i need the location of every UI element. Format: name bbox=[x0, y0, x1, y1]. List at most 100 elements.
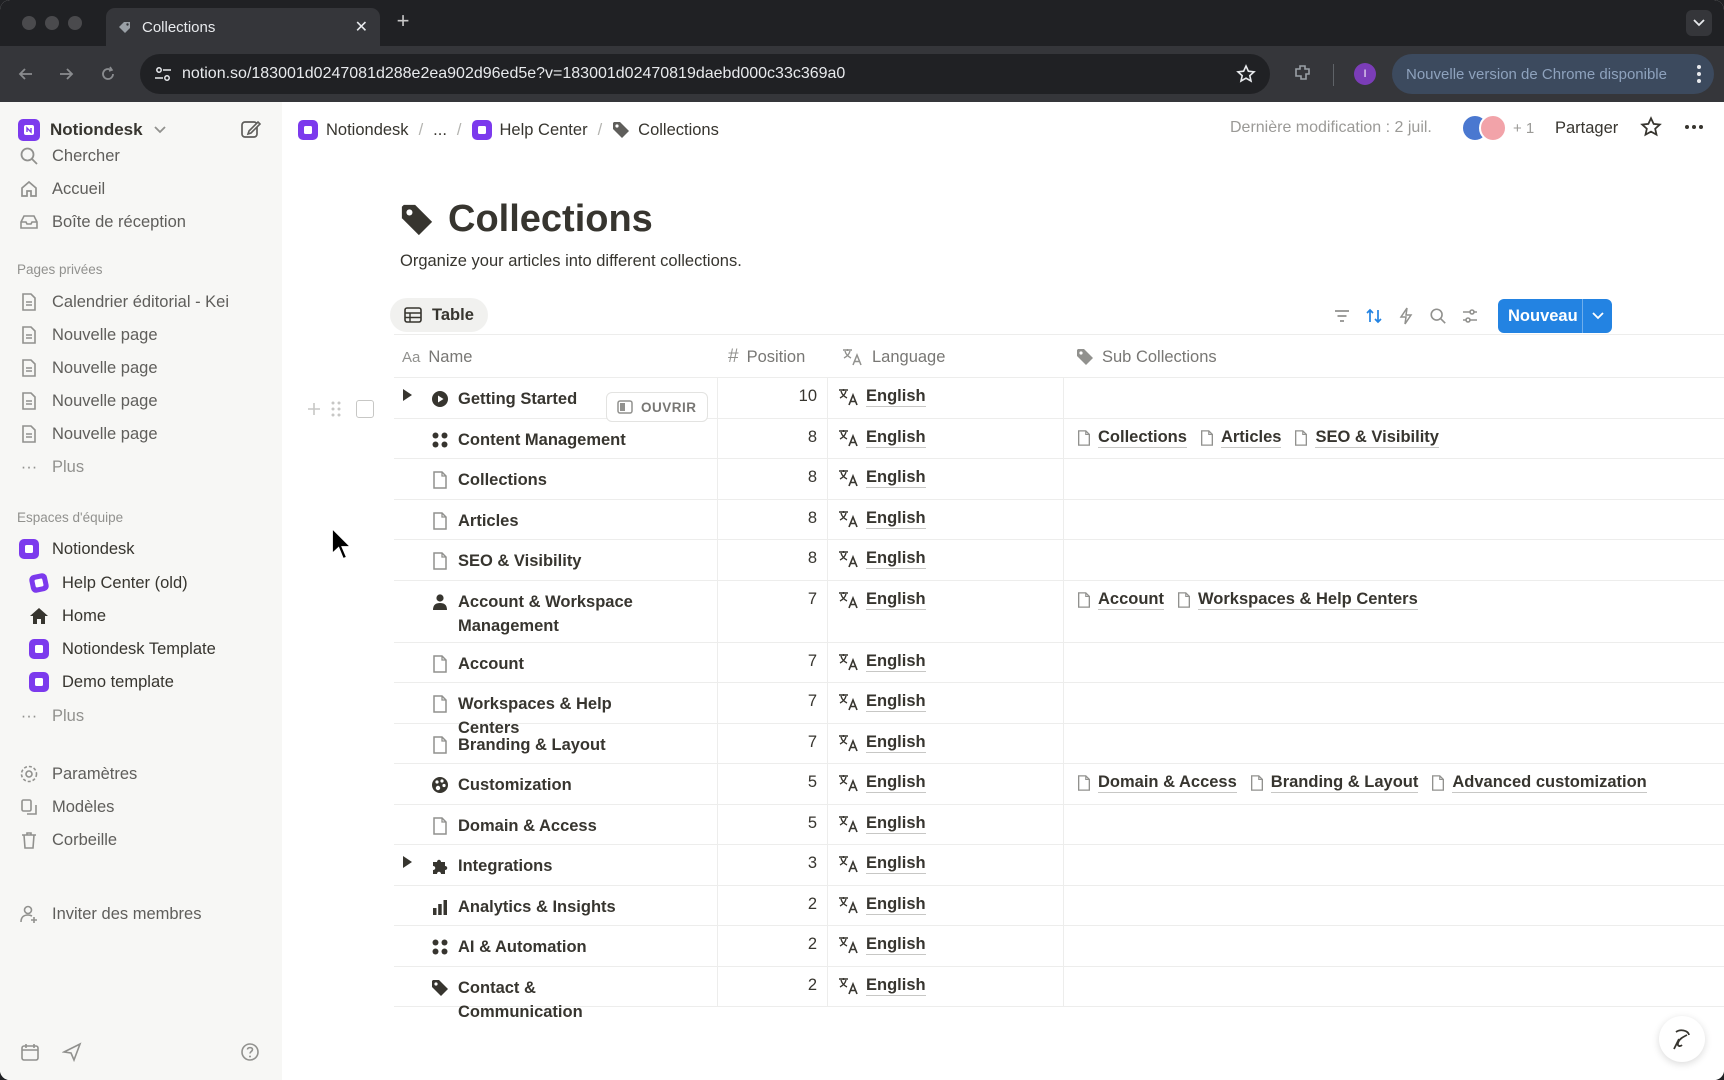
sidebar-team-page[interactable]: Help Center (old) bbox=[28, 567, 188, 599]
new-tab-button[interactable]: + bbox=[392, 10, 414, 32]
position-cell[interactable]: 7 bbox=[718, 723, 828, 763]
tab-search-button[interactable] bbox=[1686, 10, 1712, 36]
row-name[interactable]: Account bbox=[458, 652, 648, 676]
page-title-text[interactable]: Collections bbox=[448, 198, 653, 241]
language-link[interactable]: English bbox=[838, 895, 926, 915]
assistant-button[interactable] bbox=[1659, 1016, 1705, 1062]
row-name[interactable]: SEO & Visibility bbox=[458, 549, 648, 573]
row-name[interactable]: Collections bbox=[458, 468, 648, 492]
row-checkbox[interactable] bbox=[356, 400, 374, 418]
table-row[interactable]: Analytics & Insights 2 English bbox=[394, 885, 1724, 926]
language-link[interactable]: English bbox=[838, 814, 926, 834]
language-cell[interactable]: English bbox=[828, 845, 1064, 885]
table-row[interactable]: Articles 8 English bbox=[394, 499, 1724, 540]
column-header-name[interactable]: Aa Name bbox=[402, 335, 472, 379]
language-cell[interactable]: English bbox=[828, 540, 1064, 580]
breadcrumb-item-ellipsis[interactable]: ... bbox=[433, 121, 447, 140]
view-settings-icon[interactable] bbox=[1461, 307, 1479, 325]
position-cell[interactable]: 8 bbox=[718, 540, 828, 580]
sub-collection-link[interactable]: Account bbox=[1076, 590, 1164, 610]
row-name[interactable]: Analytics & Insights bbox=[458, 895, 648, 919]
sub-collections-cell[interactable] bbox=[1064, 724, 1724, 764]
help-icon[interactable] bbox=[240, 1042, 260, 1062]
share-button[interactable]: Partager bbox=[1555, 119, 1618, 138]
minimize-window-button[interactable] bbox=[45, 16, 59, 30]
sidebar-item-settings[interactable]: Paramètres bbox=[18, 758, 137, 790]
name-cell[interactable]: Workspaces & Help Centers bbox=[394, 683, 718, 737]
sub-collections-cell[interactable] bbox=[1064, 926, 1724, 966]
sub-collection-link[interactable]: Workspaces & Help Centers bbox=[1176, 590, 1418, 610]
back-button[interactable] bbox=[14, 62, 38, 86]
sidebar-team-workspace[interactable]: Notiondesk bbox=[18, 533, 135, 565]
language-link[interactable]: English bbox=[838, 692, 926, 712]
language-link[interactable]: English bbox=[838, 733, 926, 753]
sub-collection-link[interactable]: Branding & Layout bbox=[1249, 773, 1419, 793]
row-name[interactable]: Customization bbox=[458, 773, 648, 797]
name-cell[interactable]: Content Management bbox=[394, 418, 718, 458]
sub-collections-cell[interactable] bbox=[1064, 805, 1724, 845]
collaborators[interactable]: + 1 bbox=[1461, 114, 1534, 142]
automation-bolt-icon[interactable] bbox=[1397, 307, 1415, 325]
filter-icon[interactable] bbox=[1333, 307, 1351, 325]
tab-close-icon[interactable]: ✕ bbox=[355, 17, 368, 37]
name-cell[interactable]: Customization bbox=[394, 764, 718, 804]
sidebar-page-item[interactable]: Nouvelle page bbox=[18, 319, 158, 351]
sidebar-item-home[interactable]: Accueil bbox=[18, 173, 105, 205]
row-name[interactable]: Account & Workspace Management bbox=[458, 590, 648, 638]
position-cell[interactable]: 7 bbox=[718, 642, 828, 682]
view-tab-table[interactable]: Table bbox=[390, 298, 488, 332]
sub-collection-link[interactable]: Advanced customization bbox=[1430, 773, 1647, 793]
language-cell[interactable]: English bbox=[828, 764, 1064, 804]
sidebar-item-trash[interactable]: Corbeille bbox=[18, 824, 117, 856]
language-link[interactable]: English bbox=[838, 652, 926, 672]
position-cell[interactable]: 7 bbox=[718, 580, 828, 642]
name-cell[interactable]: Account bbox=[394, 642, 718, 682]
name-cell[interactable]: Collections bbox=[394, 459, 718, 499]
name-cell[interactable]: Branding & Layout bbox=[394, 723, 718, 763]
language-link[interactable]: English bbox=[838, 773, 926, 793]
sub-collection-link[interactable]: Domain & Access bbox=[1076, 773, 1237, 793]
table-row[interactable]: Content Management 8 English Collections Art… bbox=[394, 418, 1724, 459]
name-cell[interactable]: Integrations bbox=[394, 845, 718, 885]
language-link[interactable]: English bbox=[838, 468, 926, 488]
position-cell[interactable]: 5 bbox=[718, 764, 828, 804]
sidebar-item-search[interactable]: Chercher bbox=[18, 140, 120, 172]
table-row[interactable]: Account & Workspace Management 7 English Ac… bbox=[394, 580, 1724, 643]
table-row[interactable]: Collections 8 English bbox=[394, 459, 1724, 500]
position-cell[interactable]: 2 bbox=[718, 926, 828, 966]
favorite-star-icon[interactable] bbox=[1640, 116, 1662, 138]
language-link[interactable]: English bbox=[838, 387, 926, 407]
name-cell[interactable]: Domain & Access bbox=[394, 804, 718, 844]
sub-collections-cell[interactable]: Account Workspaces & Help Centers bbox=[1064, 581, 1724, 642]
sidebar-page-item[interactable]: Nouvelle page bbox=[18, 352, 158, 384]
name-cell[interactable]: SEO & Visibility bbox=[394, 540, 718, 580]
position-cell[interactable]: 10 bbox=[718, 378, 828, 418]
table-row[interactable]: Workspaces & Help Centers 7 English bbox=[394, 683, 1724, 737]
sidebar-more-team[interactable]: ··· Plus bbox=[18, 700, 84, 732]
table-row[interactable]: Account 7 English bbox=[394, 642, 1724, 683]
table-row[interactable]: SEO & Visibility 8 English bbox=[394, 540, 1724, 581]
language-cell[interactable]: English bbox=[828, 966, 1064, 1006]
close-window-button[interactable] bbox=[22, 16, 36, 30]
forward-button[interactable] bbox=[54, 62, 78, 86]
position-cell[interactable]: 7 bbox=[718, 683, 828, 723]
language-link[interactable]: English bbox=[838, 854, 926, 874]
language-link[interactable]: English bbox=[838, 428, 926, 448]
row-name[interactable]: Contact & Communication bbox=[458, 976, 648, 1024]
sidebar-team-page[interactable]: Home bbox=[28, 600, 106, 632]
sort-icon[interactable] bbox=[1365, 307, 1383, 325]
column-header-sub-collections[interactable]: Sub Collections bbox=[1076, 335, 1217, 379]
breadcrumb-item-collections[interactable]: Collections bbox=[612, 121, 719, 140]
sub-collections-cell[interactable]: Domain & Access Branding & Layout Advanced… bbox=[1064, 764, 1724, 804]
new-button-dropdown[interactable] bbox=[1582, 299, 1612, 333]
position-cell[interactable]: 2 bbox=[718, 885, 828, 925]
site-settings-icon[interactable] bbox=[154, 66, 172, 82]
bookmark-star-icon[interactable] bbox=[1236, 64, 1256, 84]
chrome-update-button[interactable]: Nouvelle version de Chrome disponible bbox=[1392, 54, 1714, 94]
language-cell[interactable]: English bbox=[828, 580, 1064, 642]
language-cell[interactable]: English bbox=[828, 459, 1064, 499]
sub-collection-link[interactable]: Collections bbox=[1076, 428, 1187, 448]
sidebar-more-private[interactable]: ··· Plus bbox=[18, 451, 84, 483]
language-cell[interactable]: English bbox=[828, 723, 1064, 763]
new-entry-button[interactable]: Nouveau bbox=[1498, 299, 1612, 333]
